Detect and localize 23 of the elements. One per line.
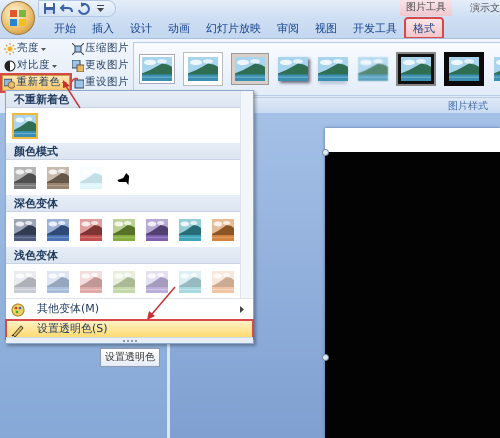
ribbon-button[interactable]: 更改图片	[70, 58, 133, 74]
ribbon-tab[interactable]: 开始	[46, 18, 84, 38]
menu-item[interactable]: 其他变体(M)	[6, 300, 253, 319]
ribbon-tab[interactable]: 审阅	[269, 18, 307, 38]
ribbon-tab[interactable]: 开发工具	[345, 18, 405, 38]
ribbon-button[interactable]: 重设图片	[70, 75, 133, 91]
ribbon-button[interactable]: 压缩图片	[70, 41, 133, 57]
ribbon-tab[interactable]: 插入	[84, 18, 122, 38]
ribbon-tab[interactable]: 幻灯片放映	[198, 18, 269, 38]
section-heading: 不重新着色	[6, 91, 240, 108]
ribbon-tab[interactable]: 动画	[160, 18, 198, 38]
ribbon-tab[interactable]: 设计	[122, 18, 160, 38]
ribbon-button[interactable]: 亮度	[2, 41, 70, 57]
window-title: 演示文	[470, 2, 500, 16]
section-heading: 颜色模式	[6, 143, 240, 160]
ribbon-button[interactable]: 重新着色	[2, 75, 70, 91]
ribbon-tab[interactable]: 格式	[405, 18, 443, 38]
section-heading: 深色变体	[6, 195, 240, 212]
tooltip: 设置透明色	[100, 348, 160, 367]
group-label: 图片样式	[448, 100, 488, 114]
section-heading: 浅色变体	[6, 247, 240, 264]
ribbon-tab[interactable]: 视图	[307, 18, 345, 38]
context-tab-group: 图片工具	[400, 0, 452, 16]
